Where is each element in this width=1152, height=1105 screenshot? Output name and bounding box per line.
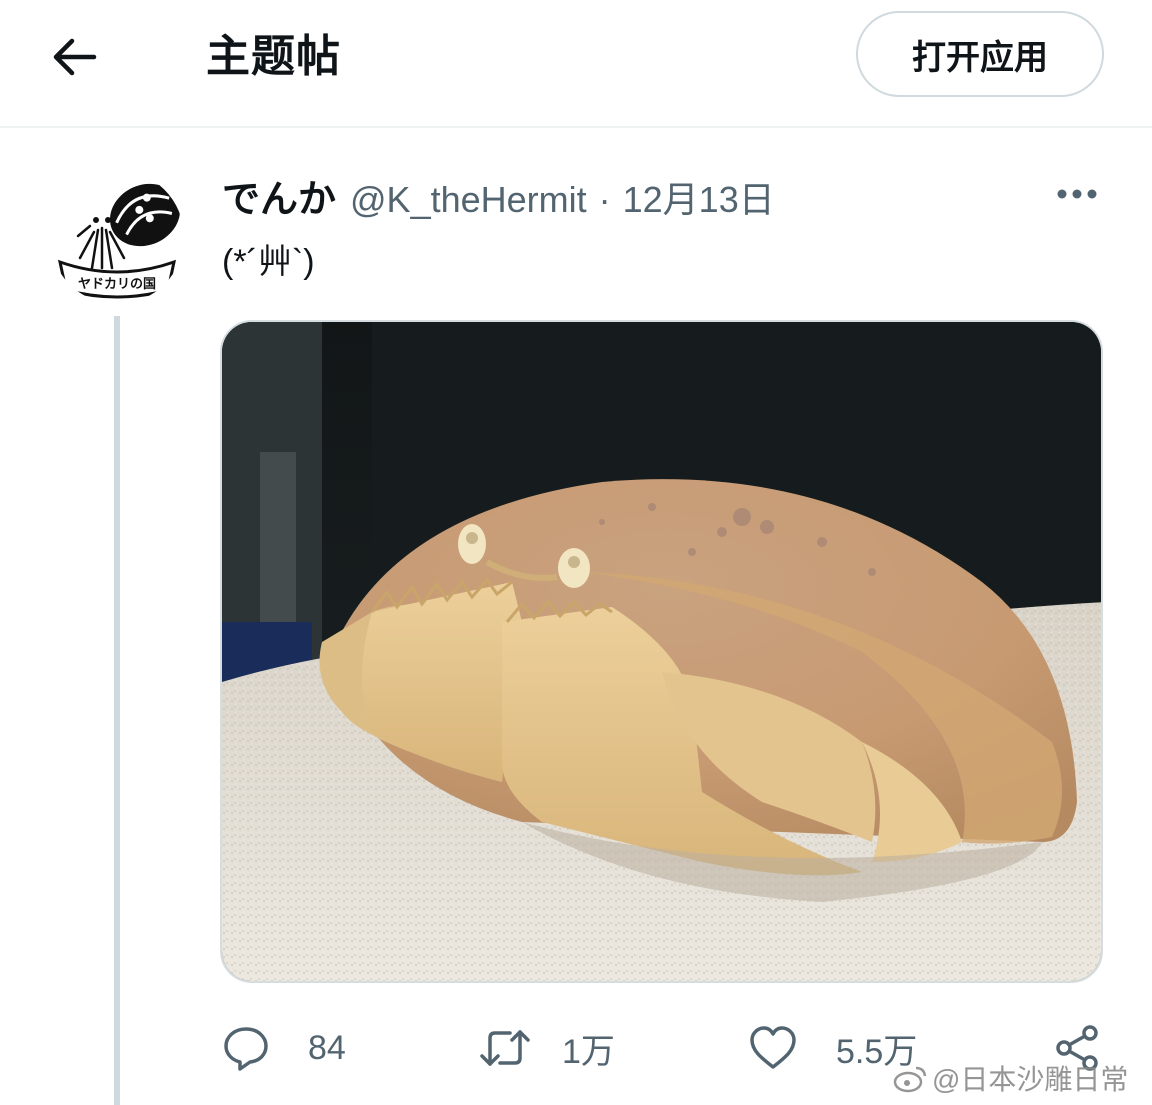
tweet-text: (*´艸`) [222, 243, 315, 281]
more-options-icon[interactable] [1054, 182, 1100, 206]
top-bar: 主题帖 打开应用 [0, 0, 1152, 128]
open-app-button[interactable]: 打开应用 [856, 11, 1104, 97]
heart-icon [750, 1026, 796, 1069]
back-arrow-icon[interactable] [48, 30, 102, 84]
tweet-date[interactable]: 12月13日 [623, 171, 775, 223]
display-name[interactable]: でんか [222, 168, 336, 223]
weibo-logo-icon [893, 1066, 927, 1093]
reply-button[interactable]: 84 [222, 1020, 346, 1076]
thread-line [114, 316, 120, 1105]
tweet-header: でんか @K_theHermit · 12月13日 [222, 168, 775, 224]
reply-count: 84 [308, 1028, 346, 1067]
retweet-button[interactable]: 1万 [478, 1020, 615, 1076]
svg-text:ヤドカリの国: ヤドカリの国 [78, 277, 156, 292]
user-handle[interactable]: @K_theHermit [350, 179, 587, 221]
avatar[interactable]: ヤドカリの国 [50, 170, 184, 304]
watermark: @日本沙雕日常 [892, 1058, 1128, 1098]
page-title: 主题帖 [206, 32, 341, 81]
retweet-count: 1万 [562, 1032, 615, 1071]
watermark-text: @日本沙雕日常 [932, 1064, 1129, 1095]
separator-dot: · [598, 179, 611, 220]
reply-icon [224, 1027, 268, 1071]
tweet-photo[interactable] [220, 320, 1103, 983]
retweet-icon [480, 1030, 530, 1066]
